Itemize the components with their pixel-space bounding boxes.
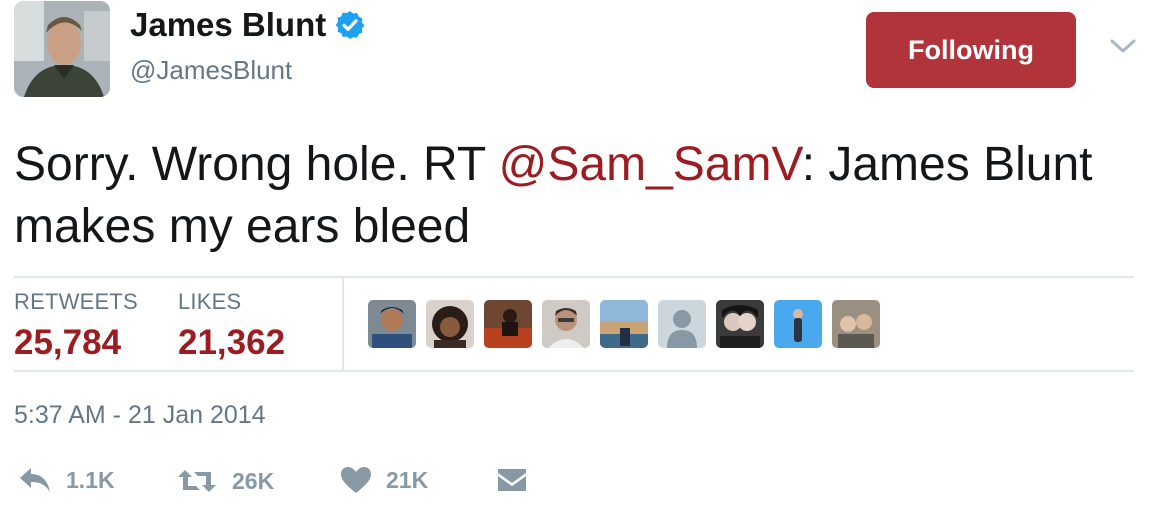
chevron-down-icon[interactable] — [1108, 36, 1138, 56]
user-handle[interactable]: @JamesBlunt — [130, 55, 292, 86]
liker-avatar-2[interactable] — [426, 300, 474, 348]
mention-link[interactable]: @Sam_SamV — [499, 138, 802, 191]
reply-icon — [20, 468, 50, 492]
direct-message-icon — [498, 469, 526, 491]
verified-badge-icon — [335, 11, 365, 39]
reply-button[interactable]: 1.1K — [18, 466, 115, 494]
like-count: 21K — [386, 466, 429, 493]
profile-photo-icon — [14, 1, 110, 97]
retweets-count: 25,784 — [14, 323, 122, 362]
likers-avatars — [368, 300, 880, 348]
liker-avatar-1[interactable] — [368, 300, 416, 348]
liker-avatar-8[interactable] — [774, 300, 822, 348]
divider — [14, 276, 1134, 278]
retweet-button[interactable]: 26K — [176, 466, 274, 496]
tweet-text: Sorry. Wrong hole. RT @Sam_SamV: James B… — [14, 134, 1134, 258]
default-avatar-icon[interactable] — [658, 300, 706, 348]
reply-count: 1.1K — [66, 466, 115, 493]
tweet-timestamp[interactable]: 5:37 AM - 21 Jan 2014 — [14, 401, 266, 430]
following-button[interactable]: Following — [866, 12, 1076, 88]
display-name[interactable]: James Blunt — [130, 6, 326, 44]
direct-message-button[interactable] — [496, 466, 528, 494]
divider — [14, 370, 1134, 372]
retweets-label: RETWEETS — [14, 289, 138, 314]
likes-stat[interactable]: LIKES 21,362 — [178, 289, 285, 363]
retweet-count: 26K — [232, 467, 275, 494]
retweet-icon — [178, 470, 216, 492]
tweet-text-start: Sorry. Wrong hole. RT — [14, 138, 499, 191]
retweets-stat[interactable]: RETWEETS 25,784 — [14, 289, 138, 363]
liker-avatar-3[interactable] — [484, 300, 532, 348]
display-name-row[interactable]: James Blunt — [130, 6, 366, 44]
profile-avatar[interactable] — [14, 1, 110, 97]
liker-avatar-5[interactable] — [600, 300, 648, 348]
liker-avatar-7[interactable] — [716, 300, 764, 348]
stats-divider — [342, 278, 344, 370]
liker-avatar-4[interactable] — [542, 300, 590, 348]
likes-label: LIKES — [178, 289, 242, 314]
heart-icon — [341, 467, 371, 493]
like-button[interactable]: 21K — [340, 466, 428, 494]
liker-avatar-9[interactable] — [832, 300, 880, 348]
likes-count: 21,362 — [178, 323, 286, 362]
